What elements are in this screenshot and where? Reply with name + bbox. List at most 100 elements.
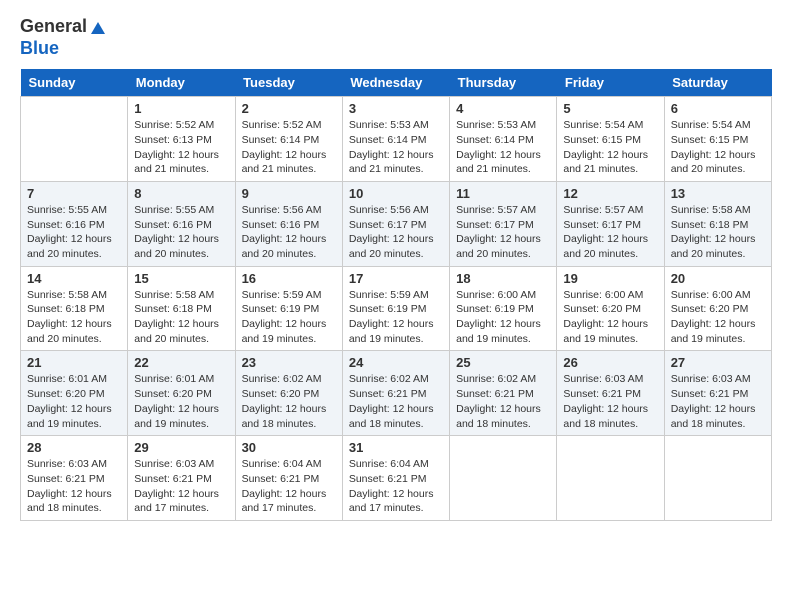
calendar-cell: 20Sunrise: 6:00 AMSunset: 6:20 PMDayligh…	[664, 266, 771, 351]
day-number: 24	[349, 355, 443, 370]
calendar-cell	[21, 97, 128, 182]
calendar-cell: 10 Sunrise: 5:56 AMSunset: 6:17 PMDayligh…	[342, 181, 449, 266]
calendar-cell	[450, 436, 557, 521]
calendar-cell: 25 Sunrise: 6:02 AMSunset: 6:21 PMDayligh…	[450, 351, 557, 436]
day-info: Sunrise: 6:04 AMSunset: 6:21 PMDaylight:…	[349, 457, 443, 516]
calendar-cell: 23 Sunrise: 6:02 AMSunset: 6:20 PMDayligh…	[235, 351, 342, 436]
day-info: Sunrise: 6:00 AMSunset: 6:20 PMDaylight:…	[563, 288, 657, 347]
day-number: 5	[563, 101, 657, 116]
day-number: 17	[349, 271, 443, 286]
day-number: 16	[242, 271, 336, 286]
day-info: Sunrise: 6:03 AMSunset: 6:21 PMDaylight:…	[563, 372, 657, 431]
logo-triangle-icon	[89, 18, 107, 36]
day-number: 15	[134, 271, 228, 286]
calendar-cell: 24 Sunrise: 6:02 AMSunset: 6:21 PMDayligh…	[342, 351, 449, 436]
day-number: 30	[242, 440, 336, 455]
col-header-tuesday: Tuesday	[235, 69, 342, 97]
day-info: Sunrise: 5:59 AMSunset: 6:19 PMDaylight:…	[349, 288, 443, 347]
day-number: 29	[134, 440, 228, 455]
day-info: Sunrise: 6:02 AMSunset: 6:21 PMDaylight:…	[456, 372, 550, 431]
calendar-cell: 4 Sunrise: 5:53 AMSunset: 6:14 PMDaylight…	[450, 97, 557, 182]
col-header-monday: Monday	[128, 69, 235, 97]
calendar-cell: 12 Sunrise: 5:57 AMSunset: 6:17 PMDayligh…	[557, 181, 664, 266]
day-info: Sunrise: 5:55 AMSunset: 6:16 PMDaylight:…	[134, 203, 228, 262]
col-header-sunday: Sunday	[21, 69, 128, 97]
day-number: 28	[27, 440, 121, 455]
calendar-header-row: SundayMondayTuesdayWednesdayThursdayFrid…	[21, 69, 772, 97]
calendar-week-row: 1 Sunrise: 5:52 AMSunset: 6:13 PMDaylight…	[21, 97, 772, 182]
day-number: 25	[456, 355, 550, 370]
day-info: Sunrise: 5:59 AMSunset: 6:19 PMDaylight:…	[242, 288, 336, 347]
day-info: Sunrise: 5:57 AMSunset: 6:17 PMDaylight:…	[456, 203, 550, 262]
day-info: Sunrise: 6:02 AMSunset: 6:21 PMDaylight:…	[349, 372, 443, 431]
day-number: 10	[349, 186, 443, 201]
day-number: 11	[456, 186, 550, 201]
day-number: 2	[242, 101, 336, 116]
day-number: 14	[27, 271, 121, 286]
day-number: 22	[134, 355, 228, 370]
calendar-cell: 26 Sunrise: 6:03 AMSunset: 6:21 PMDayligh…	[557, 351, 664, 436]
day-info: Sunrise: 6:01 AMSunset: 6:20 PMDaylight:…	[27, 372, 121, 431]
calendar-cell: 9Sunrise: 5:56 AMSunset: 6:16 PMDaylight…	[235, 181, 342, 266]
day-info: Sunrise: 5:55 AMSunset: 6:16 PMDaylight:…	[27, 203, 121, 262]
day-info: Sunrise: 6:03 AMSunset: 6:21 PMDaylight:…	[671, 372, 765, 431]
day-info: Sunrise: 5:57 AMSunset: 6:17 PMDaylight:…	[563, 203, 657, 262]
day-info: Sunrise: 5:52 AMSunset: 6:14 PMDaylight:…	[242, 118, 336, 177]
calendar-cell	[557, 436, 664, 521]
col-header-thursday: Thursday	[450, 69, 557, 97]
day-number: 3	[349, 101, 443, 116]
day-number: 8	[134, 186, 228, 201]
day-info: Sunrise: 5:58 AMSunset: 6:18 PMDaylight:…	[27, 288, 121, 347]
day-info: Sunrise: 6:02 AMSunset: 6:20 PMDaylight:…	[242, 372, 336, 431]
day-info: Sunrise: 5:52 AMSunset: 6:13 PMDaylight:…	[134, 118, 228, 177]
calendar-cell: 14 Sunrise: 5:58 AMSunset: 6:18 PMDayligh…	[21, 266, 128, 351]
day-number: 12	[563, 186, 657, 201]
day-info: Sunrise: 5:54 AMSunset: 6:15 PMDaylight:…	[563, 118, 657, 177]
calendar-cell: 30Sunrise: 6:04 AMSunset: 6:21 PMDayligh…	[235, 436, 342, 521]
day-info: Sunrise: 5:53 AMSunset: 6:14 PMDaylight:…	[456, 118, 550, 177]
calendar-cell: 15 Sunrise: 5:58 AMSunset: 6:18 PMDayligh…	[128, 266, 235, 351]
calendar-week-row: 14 Sunrise: 5:58 AMSunset: 6:18 PMDayligh…	[21, 266, 772, 351]
day-number: 26	[563, 355, 657, 370]
calendar-cell: 7Sunrise: 5:55 AMSunset: 6:16 PMDaylight…	[21, 181, 128, 266]
calendar-cell: 27Sunrise: 6:03 AMSunset: 6:21 PMDayligh…	[664, 351, 771, 436]
calendar-cell: 22 Sunrise: 6:01 AMSunset: 6:20 PMDayligh…	[128, 351, 235, 436]
day-number: 1	[134, 101, 228, 116]
col-header-wednesday: Wednesday	[342, 69, 449, 97]
day-info: Sunrise: 5:56 AMSunset: 6:17 PMDaylight:…	[349, 203, 443, 262]
day-info: Sunrise: 5:53 AMSunset: 6:14 PMDaylight:…	[349, 118, 443, 177]
day-number: 21	[27, 355, 121, 370]
day-number: 4	[456, 101, 550, 116]
calendar-cell: 17 Sunrise: 5:59 AMSunset: 6:19 PMDayligh…	[342, 266, 449, 351]
logo: General Blue	[20, 16, 107, 59]
calendar-table: SundayMondayTuesdayWednesdayThursdayFrid…	[20, 69, 772, 521]
calendar-cell: 8 Sunrise: 5:55 AMSunset: 6:16 PMDaylight…	[128, 181, 235, 266]
calendar-cell: 1 Sunrise: 5:52 AMSunset: 6:13 PMDaylight…	[128, 97, 235, 182]
col-header-saturday: Saturday	[664, 69, 771, 97]
day-info: Sunrise: 6:03 AMSunset: 6:21 PMDaylight:…	[134, 457, 228, 516]
calendar-cell: 28 Sunrise: 6:03 AMSunset: 6:21 PMDayligh…	[21, 436, 128, 521]
day-number: 31	[349, 440, 443, 455]
calendar-cell: 31 Sunrise: 6:04 AMSunset: 6:21 PMDayligh…	[342, 436, 449, 521]
day-info: Sunrise: 6:00 AMSunset: 6:19 PMDaylight:…	[456, 288, 550, 347]
day-info: Sunrise: 6:01 AMSunset: 6:20 PMDaylight:…	[134, 372, 228, 431]
day-number: 6	[671, 101, 765, 116]
calendar-week-row: 21 Sunrise: 6:01 AMSunset: 6:20 PMDayligh…	[21, 351, 772, 436]
page-header: General Blue	[20, 16, 772, 59]
day-info: Sunrise: 5:58 AMSunset: 6:18 PMDaylight:…	[671, 203, 765, 262]
calendar-cell: 21 Sunrise: 6:01 AMSunset: 6:20 PMDayligh…	[21, 351, 128, 436]
day-info: Sunrise: 5:58 AMSunset: 6:18 PMDaylight:…	[134, 288, 228, 347]
calendar-cell: 6Sunrise: 5:54 AMSunset: 6:15 PMDaylight…	[664, 97, 771, 182]
day-number: 9	[242, 186, 336, 201]
calendar-week-row: 28 Sunrise: 6:03 AMSunset: 6:21 PMDayligh…	[21, 436, 772, 521]
day-info: Sunrise: 6:00 AMSunset: 6:20 PMDaylight:…	[671, 288, 765, 347]
day-number: 18	[456, 271, 550, 286]
day-number: 23	[242, 355, 336, 370]
calendar-cell: 19 Sunrise: 6:00 AMSunset: 6:20 PMDayligh…	[557, 266, 664, 351]
calendar-cell: 3 Sunrise: 5:53 AMSunset: 6:14 PMDaylight…	[342, 97, 449, 182]
calendar-cell: 16 Sunrise: 5:59 AMSunset: 6:19 PMDayligh…	[235, 266, 342, 351]
day-info: Sunrise: 6:03 AMSunset: 6:21 PMDaylight:…	[27, 457, 121, 516]
day-number: 19	[563, 271, 657, 286]
logo-text: General Blue	[20, 16, 107, 59]
calendar-cell	[664, 436, 771, 521]
